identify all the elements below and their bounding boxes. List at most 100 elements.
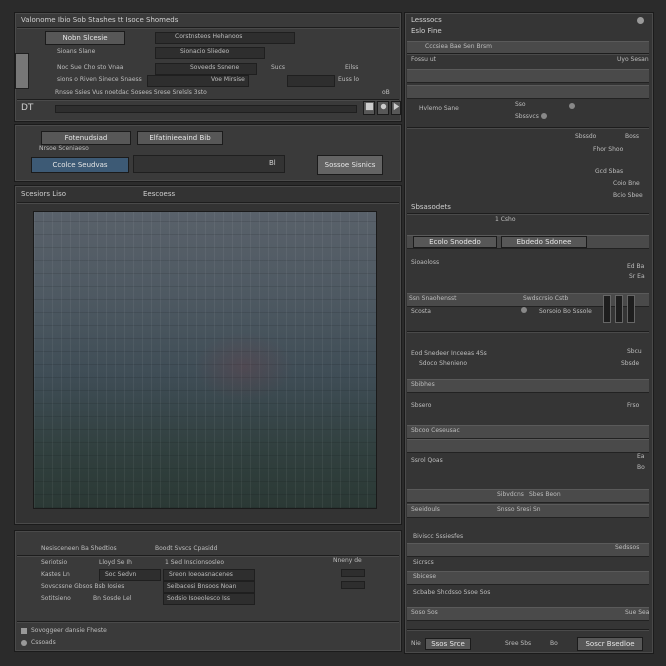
toggle-dot[interactable] bbox=[569, 103, 575, 109]
row-0-d: Nneny de bbox=[333, 557, 362, 564]
row-b-left: Fossu ut bbox=[411, 56, 437, 63]
toolbar-left-button[interactable]: Fotenudsiad bbox=[41, 131, 131, 145]
section-strip bbox=[407, 85, 649, 99]
forward-button[interactable] bbox=[377, 101, 389, 115]
row-2-c: Seibacesi Bnsoos Noan bbox=[167, 583, 237, 590]
strip3-right: Sbes Beon bbox=[529, 491, 561, 498]
row-d4: Coio Bne bbox=[613, 180, 640, 187]
group3-right2: Sbsde bbox=[621, 360, 640, 367]
row3-d: Eilss bbox=[345, 64, 359, 71]
group3-b: Sdoco Shenieno bbox=[419, 360, 468, 367]
line1-sub: Sr Ea bbox=[629, 273, 645, 280]
play-button[interactable] bbox=[391, 101, 401, 115]
footer-b-button[interactable]: Ssos Srce bbox=[425, 638, 471, 650]
bottom-col1-title: Nesisceneen Ba Shedtios bbox=[41, 545, 117, 552]
divider bbox=[17, 555, 399, 556]
strip-3 bbox=[407, 489, 649, 503]
section-title: Sbsasodets bbox=[411, 203, 451, 211]
line1-left: Sioaoloss bbox=[411, 259, 440, 266]
row-1-b: Soc Sedvn bbox=[105, 571, 137, 578]
row-2-slider[interactable] bbox=[341, 581, 365, 589]
group2-right: Swdscrsio Cstb bbox=[523, 295, 569, 302]
row3-b: Soveeds Ssnene bbox=[190, 64, 240, 71]
progress-track bbox=[55, 105, 357, 113]
row-0-b: Lloyd Se Ih bbox=[99, 559, 132, 566]
group2-left: Ssn Snaohensst bbox=[409, 295, 457, 302]
divider bbox=[17, 99, 399, 100]
toolbar-field[interactable] bbox=[133, 155, 285, 173]
nobn-button[interactable]: Nobn Slcesie bbox=[45, 31, 125, 45]
secondary-toolbar: Fotenudsiad Elfatinieeaind Bib Nrsoe Sce… bbox=[14, 124, 402, 182]
row-d3: Gcd Sbas bbox=[595, 168, 624, 175]
row-1-slider[interactable] bbox=[341, 569, 365, 577]
bottom-footer-2: Cssoads bbox=[31, 639, 56, 646]
toolbar-action-button[interactable]: Sossoe Sisnics bbox=[317, 155, 383, 175]
sub-strip-2 bbox=[407, 571, 649, 585]
group4-mid: Snsso Sresi Sn bbox=[497, 506, 541, 513]
viewport-title-right: Eescoess bbox=[143, 190, 176, 198]
fader-1[interactable] bbox=[603, 295, 611, 323]
group3-right: Sbcu bbox=[627, 348, 642, 355]
side-handle[interactable] bbox=[15, 53, 29, 89]
row4-c: Euss lo bbox=[338, 76, 360, 83]
viewport-canvas[interactable] bbox=[33, 211, 377, 509]
line4-strip bbox=[407, 607, 649, 621]
strip1-label: Sbibhes bbox=[411, 381, 435, 388]
line4-right: Sue Sea bbox=[625, 609, 650, 616]
strip-2b bbox=[407, 439, 649, 453]
row-3-b: Bn Sosde Lel bbox=[93, 595, 132, 602]
row-c-mid2: Sbssvcs bbox=[515, 113, 539, 120]
back-icon bbox=[365, 102, 373, 111]
combo-1[interactable]: Ecolo Snodedo bbox=[413, 236, 497, 248]
fader-2[interactable] bbox=[615, 295, 623, 323]
footer-a: Nie bbox=[411, 640, 421, 647]
bottom-footer-1: Sovoggeer dansie Fheste bbox=[31, 627, 107, 634]
top-panel-title: Valonome Ibio Sob Stashes tt Isoce Shome… bbox=[21, 16, 179, 24]
line1-right: Ed Ba bbox=[627, 263, 645, 270]
line3-right2: Bo bbox=[637, 464, 645, 471]
stop-icon bbox=[380, 103, 386, 110]
line2-right: Frso bbox=[627, 402, 640, 409]
id-label: DT bbox=[21, 103, 34, 113]
row-c-mid1: Sso bbox=[515, 101, 526, 108]
close-icon[interactable] bbox=[637, 17, 644, 24]
fader-3[interactable] bbox=[627, 295, 635, 323]
row-d5: Bcio Sbee bbox=[613, 192, 643, 199]
divider bbox=[407, 629, 649, 630]
back-button[interactable] bbox=[363, 101, 375, 115]
info-icon[interactable] bbox=[21, 640, 27, 646]
toggle-dot[interactable] bbox=[521, 307, 527, 313]
group2-row: Scosta bbox=[411, 308, 431, 315]
sub-strip bbox=[407, 543, 649, 557]
help-icon[interactable] bbox=[21, 628, 27, 634]
toolbar-small-button[interactable]: Ccolce Seudvas bbox=[31, 157, 129, 173]
toggle-dot[interactable] bbox=[541, 113, 547, 119]
footer-d: Bo bbox=[550, 640, 558, 647]
row-c-left: Hvlemo Sane bbox=[419, 105, 459, 112]
divider bbox=[407, 53, 649, 54]
row4-field-2[interactable] bbox=[287, 75, 335, 87]
row5-b: oB bbox=[382, 89, 390, 96]
divider bbox=[407, 331, 649, 332]
row-1-a: Kastes Ln bbox=[41, 571, 70, 578]
right-inspector-panel: Lesssocs Eslo Fine Cccsiea Bae Sen Brsm … bbox=[404, 12, 654, 654]
row4-a: sions o Riven Sinece Snaess bbox=[57, 76, 142, 83]
section-field: 1 Csho bbox=[495, 216, 516, 223]
row-2-a: Sovscssne Gbsos Bsb Iosies bbox=[41, 583, 125, 590]
sub1-right: Sedssos bbox=[615, 544, 640, 551]
line3-left: Ssrol Qoas bbox=[411, 457, 443, 464]
line4-left: Soso Sos bbox=[411, 609, 438, 616]
inspector-title: Lesssocs bbox=[411, 16, 442, 24]
forward-icon bbox=[393, 102, 400, 111]
combo-2[interactable]: Ebdedo Sdonee bbox=[501, 236, 587, 248]
row5-a: Rnsse Ssies Vus noetdac Sosees Srese Sre… bbox=[55, 89, 207, 96]
row2-mid: Sionacio Sliedeo bbox=[180, 48, 230, 55]
toolbar-right-button[interactable]: Elfatinieeaind Bib bbox=[137, 131, 223, 145]
row3-a: Noc Sue Cho sto Vnaa bbox=[57, 64, 124, 71]
footer-c: Sree Sbs bbox=[505, 640, 532, 647]
divider bbox=[407, 127, 649, 128]
strip-1 bbox=[407, 379, 649, 393]
sub2: Sicrscs bbox=[413, 559, 434, 566]
footer-action-button[interactable]: Soscr Bsedloe bbox=[577, 637, 643, 651]
divider bbox=[17, 202, 399, 203]
